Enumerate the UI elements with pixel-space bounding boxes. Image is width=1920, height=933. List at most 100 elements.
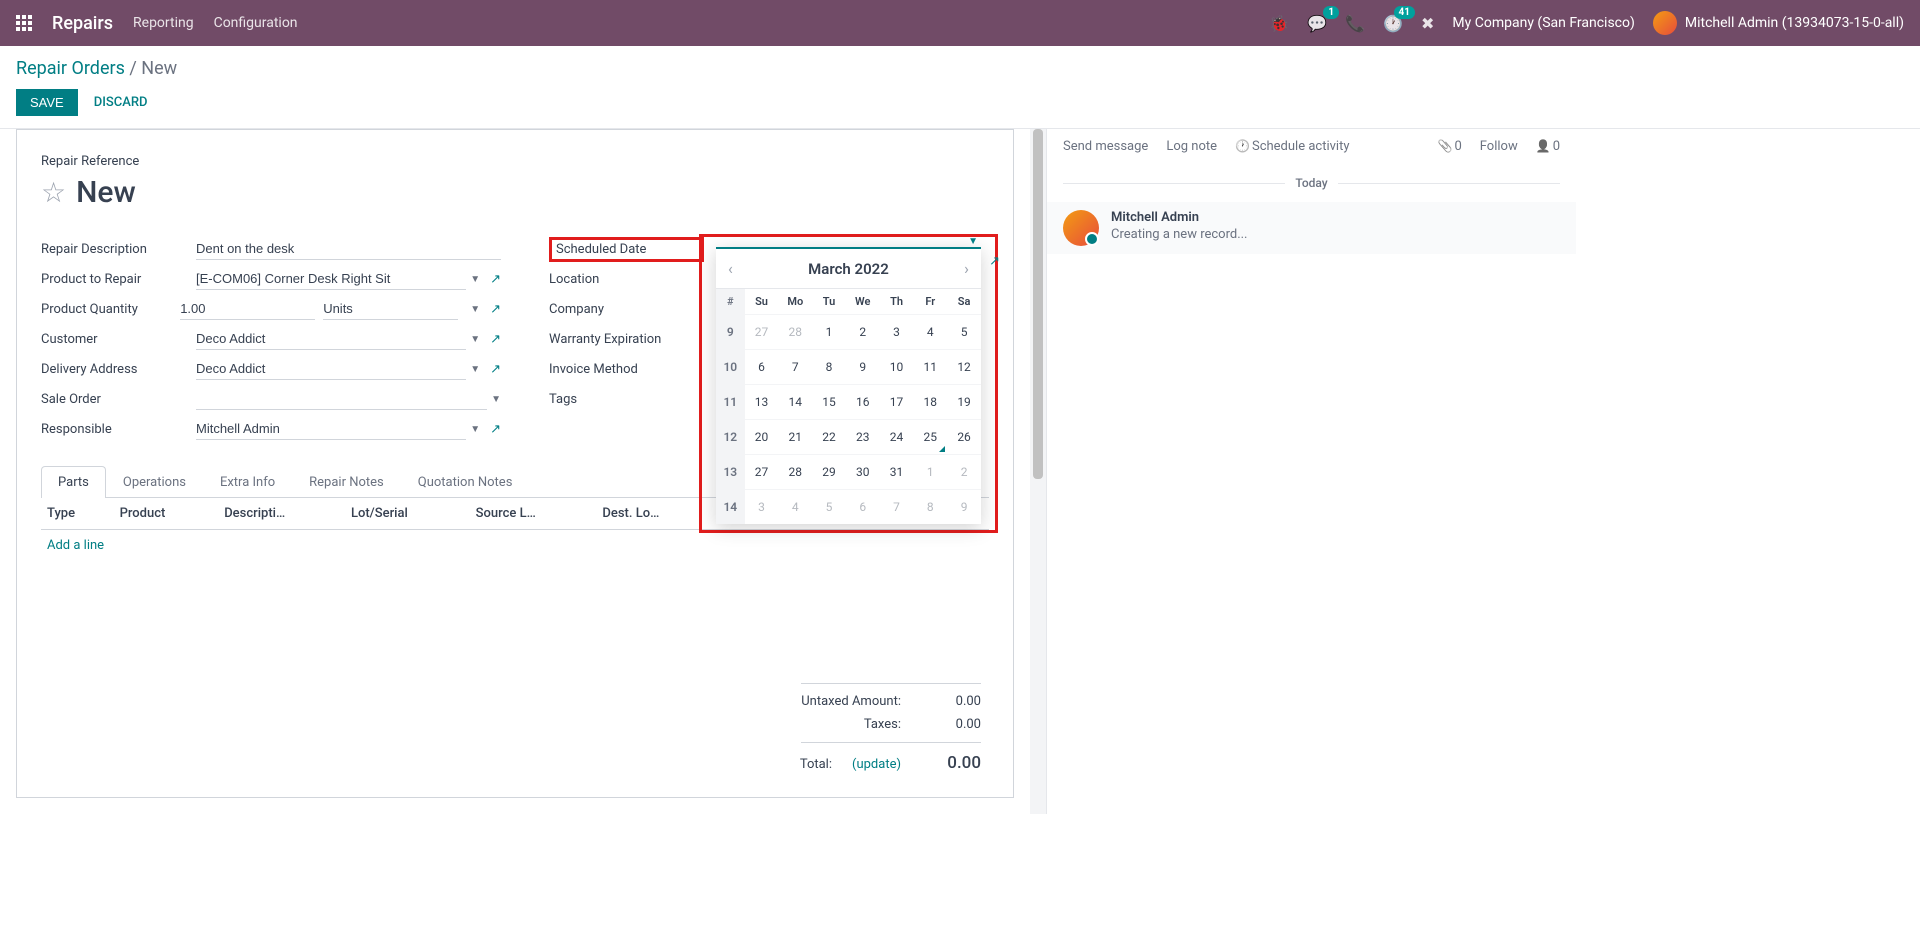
input-customer[interactable] [196,328,466,350]
update-link[interactable]: (update) [852,757,901,772]
caret-icon[interactable]: ▼ [470,304,480,315]
calendar-day[interactable]: 29 [812,455,846,490]
add-line-button[interactable]: Add a line [41,530,989,562]
calendar: ‹ March 2022 › #SuMoTuWeThFrSa9272812345… [716,247,981,524]
calendar-day[interactable]: 7 [880,490,914,525]
calendar-day[interactable]: 27 [745,315,779,350]
save-button[interactable]: SAVE [16,89,78,116]
tab-repair-notes[interactable]: Repair Notes [292,466,401,498]
caret-icon[interactable]: ▼ [470,424,480,435]
calendar-day[interactable]: 19 [947,385,981,420]
external-link-icon[interactable]: ↗ [490,422,501,437]
followers-button[interactable]: 0 [1536,139,1560,154]
calendar-day[interactable]: 10 [880,350,914,385]
calendar-day[interactable]: 21 [778,420,812,455]
phone-icon[interactable]: 📞 [1345,14,1365,33]
calendar-day[interactable]: 8 [913,490,947,525]
debug-icon[interactable]: 🐞 [1269,14,1289,33]
calendar-day[interactable]: 23 [846,420,880,455]
calendar-day[interactable]: 25 [913,420,947,455]
external-link-icon[interactable]: ↗ [490,302,501,317]
external-link-icon[interactable]: ↗ [490,362,501,377]
calendar-day[interactable]: 12 [947,350,981,385]
input-responsible[interactable] [196,418,466,440]
caret-icon[interactable]: ▼ [968,236,978,247]
calendar-prev-button[interactable]: ‹ [728,259,733,278]
calendar-day[interactable]: 28 [778,315,812,350]
attachments-button[interactable]: 0 [1437,139,1461,154]
input-product-quantity[interactable] [180,298,315,320]
input-delivery-address[interactable] [196,358,466,380]
calendar-day[interactable]: 1 [812,315,846,350]
app-name[interactable]: Repairs [52,13,113,34]
scrollbar[interactable] [1030,129,1046,814]
discard-button[interactable]: DISCARD [94,95,148,110]
user-menu[interactable]: Mitchell Admin (13934073-15-0-all) [1653,11,1904,35]
input-uom[interactable] [323,298,458,320]
calendar-day[interactable]: 7 [778,350,812,385]
calendar-day[interactable]: 26 [947,420,981,455]
calendar-day[interactable]: 3 [880,315,914,350]
caret-icon[interactable]: ▼ [470,334,480,345]
apps-icon[interactable] [16,15,32,31]
input-product-to-repair[interactable] [196,268,466,290]
input-sale-order[interactable] [196,388,487,410]
tab-operations[interactable]: Operations [106,466,203,498]
follow-button[interactable]: Follow [1480,139,1518,154]
external-link-icon[interactable]: ↗ [490,272,501,287]
calendar-day[interactable]: 2 [947,455,981,490]
calendar-day[interactable]: 20 [745,420,779,455]
calendar-day[interactable]: 9 [846,350,880,385]
calendar-week-number: 9 [716,315,745,350]
calendar-day[interactable]: 1 [913,455,947,490]
tab-quotation-notes[interactable]: Quotation Notes [401,466,530,498]
nav-reporting[interactable]: Reporting [133,15,194,31]
calendar-day[interactable]: 15 [812,385,846,420]
calendar-day[interactable]: 16 [846,385,880,420]
external-link-icon[interactable]: ↗ [989,254,1000,269]
column-header: Product [114,498,219,530]
priority-star[interactable]: ☆ [41,176,66,209]
activities-icon[interactable]: 🕐41 [1383,14,1403,33]
calendar-title[interactable]: March 2022 [808,260,889,278]
calendar-day[interactable]: 31 [880,455,914,490]
tab-parts[interactable]: Parts [41,466,106,498]
calendar-day[interactable]: 24 [880,420,914,455]
calendar-day[interactable]: 3 [745,490,779,525]
calendar-next-button[interactable]: › [964,259,969,278]
calendar-day[interactable]: 13 [745,385,779,420]
calendar-day[interactable]: 18 [913,385,947,420]
calendar-day[interactable]: 6 [745,350,779,385]
external-link-icon[interactable]: ↗ [490,332,501,347]
calendar-day[interactable]: 22 [812,420,846,455]
log-note-button[interactable]: Log note [1166,139,1217,154]
send-message-button[interactable]: Send message [1063,139,1148,154]
calendar-day[interactable]: 5 [947,315,981,350]
calendar-dow: Sa [947,289,981,315]
calendar-day[interactable]: 28 [778,455,812,490]
calendar-day[interactable]: 27 [745,455,779,490]
company-selector[interactable]: My Company (San Francisco) [1452,15,1634,31]
calendar-day[interactable]: 17 [880,385,914,420]
caret-icon[interactable]: ▼ [470,274,480,285]
calendar-day[interactable]: 2 [846,315,880,350]
calendar-day[interactable]: 14 [778,385,812,420]
messaging-icon[interactable]: 💬1 [1307,14,1327,33]
breadcrumb-parent[interactable]: Repair Orders [16,58,125,79]
schedule-activity-button[interactable]: Schedule activity [1235,139,1349,154]
caret-icon[interactable]: ▼ [470,364,480,375]
calendar-day[interactable]: 11 [913,350,947,385]
calendar-dow: Fr [913,289,947,315]
calendar-day[interactable]: 4 [778,490,812,525]
caret-icon[interactable]: ▼ [491,394,501,405]
tools-icon[interactable]: ✖ [1421,14,1434,33]
calendar-day[interactable]: 8 [812,350,846,385]
calendar-day[interactable]: 4 [913,315,947,350]
calendar-day[interactable]: 6 [846,490,880,525]
nav-configuration[interactable]: Configuration [214,15,298,31]
calendar-day[interactable]: 30 [846,455,880,490]
tab-extra-info[interactable]: Extra Info [203,466,292,498]
calendar-day[interactable]: 9 [947,490,981,525]
calendar-day[interactable]: 5 [812,490,846,525]
input-repair-description[interactable] [196,238,501,260]
